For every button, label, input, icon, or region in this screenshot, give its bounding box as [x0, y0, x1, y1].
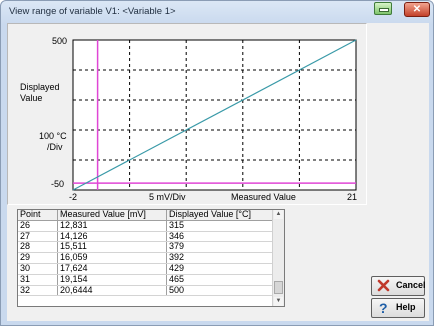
help-button[interactable]: ? Help [371, 298, 425, 318]
scroll-thumb[interactable] [274, 280, 283, 294]
table-scrollbar[interactable]: ▲ ▼ [272, 210, 284, 306]
title-bar[interactable]: View range of variable V1: <Variable 1> … [1, 1, 433, 23]
cell-measured: 16,059 [57, 253, 167, 264]
close-icon: ✕ [412, 4, 422, 15]
table-row[interactable]: 32 20,6444 500 [18, 285, 275, 297]
cell-point: 30 [18, 263, 58, 275]
cell-measured: 12,831 [57, 220, 167, 232]
y-axis-label-line1: Displayed [20, 82, 60, 92]
column-header-point[interactable]: Point [18, 210, 58, 221]
help-button-label: Help [396, 302, 416, 312]
cell-point: 28 [18, 242, 58, 254]
table-row[interactable]: 28 15,511 379 [18, 242, 275, 254]
y-min-label: -50 [51, 179, 64, 189]
scroll-down-icon[interactable]: ▼ [274, 297, 283, 306]
cell-point: 29 [18, 253, 58, 264]
cell-point: 27 [18, 231, 58, 243]
table-row[interactable]: 27 14,126 346 [18, 231, 275, 243]
cell-measured: 20,6444 [57, 285, 167, 297]
data-table[interactable]: Point Measured Value [mV] Displayed Valu… [17, 209, 285, 307]
y-axis-label-line2: Value [20, 93, 42, 103]
cell-measured: 17,624 [57, 263, 167, 275]
window-title: View range of variable V1: <Variable 1> [9, 6, 176, 17]
x-icon [377, 279, 390, 292]
table-row[interactable]: 29 16,059 392 [18, 253, 275, 264]
table-row[interactable]: 31 19,154 465 [18, 274, 275, 286]
cell-point: 26 [18, 220, 58, 232]
cancel-button-label: Cancel [396, 280, 426, 290]
question-icon: ? [379, 301, 388, 314]
scroll-up-icon[interactable]: ▲ [274, 210, 283, 219]
minimize-button[interactable] [374, 2, 392, 15]
x-max-label: 21 [347, 192, 357, 202]
dialog-client: 500 Displayed Value 100 °C /Div -50 -2 5… [7, 23, 429, 321]
cell-point: 32 [18, 285, 58, 297]
cell-displayed: 465 [166, 274, 275, 286]
x-div-label: 5 mV/Div [149, 192, 186, 202]
cell-displayed: 392 [166, 253, 275, 264]
range-chart: 500 Displayed Value 100 °C /Div -50 -2 5… [20, 36, 357, 202]
cell-displayed: 429 [166, 263, 275, 275]
y-max-label: 500 [52, 36, 67, 46]
column-header-measured[interactable]: Measured Value [mV] [57, 210, 167, 221]
cell-measured: 15,511 [57, 242, 167, 254]
dialog-window: View range of variable V1: <Variable 1> … [0, 0, 434, 326]
close-button[interactable]: ✕ [404, 2, 430, 17]
column-header-displayed[interactable]: Displayed Value [°C] [166, 210, 275, 221]
x-min-label: -2 [69, 192, 77, 202]
cancel-button[interactable]: Cancel [371, 276, 426, 296]
cell-point: 31 [18, 274, 58, 286]
table-row[interactable]: 26 12,831 315 [18, 220, 275, 232]
table-header-row: Point Measured Value [mV] Displayed Valu… [18, 210, 275, 221]
cell-measured: 14,126 [57, 231, 167, 243]
table-row[interactable]: 30 17,624 429 [18, 263, 275, 275]
cell-displayed: 379 [166, 242, 275, 254]
cell-displayed: 346 [166, 231, 275, 243]
cell-measured: 19,154 [57, 274, 167, 286]
cell-displayed: 500 [166, 285, 275, 297]
y-div-label-line2: /Div [47, 142, 63, 152]
chart-panel: 500 Displayed Value 100 °C /Div -50 -2 5… [7, 23, 367, 205]
x-axis-label: Measured Value [231, 192, 296, 202]
y-div-label-line1: 100 °C [39, 131, 67, 141]
cell-displayed: 315 [166, 220, 275, 232]
svg-text:?: ? [379, 301, 388, 314]
